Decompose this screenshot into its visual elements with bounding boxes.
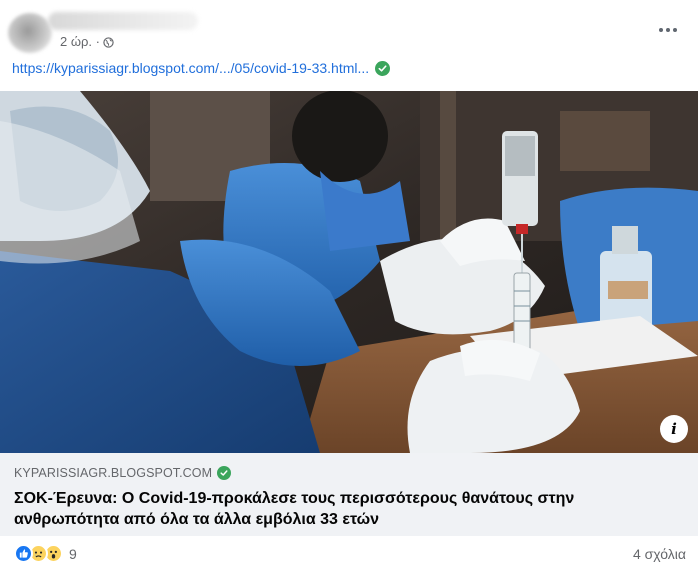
post-meta: 2 ώρ. · (60, 34, 114, 49)
comments-count[interactable]: 4 σχόλια (633, 546, 686, 562)
verified-check-icon (375, 60, 391, 76)
preview-domain-row: KYPARISSIAGR.BLOGSPOT.COM (14, 466, 232, 480)
post-link[interactable]: https://kyparissiagr.blogspot.com/.../05… (12, 60, 391, 76)
facebook-post: 2 ώρ. · https://kyparissiagr.blogspot.co… (0, 0, 698, 569)
more-options-button[interactable] (654, 20, 682, 40)
preview-headline[interactable]: ΣΟΚ-Έρευνα: Ο Covid-19-προκάλεσε τους πε… (14, 488, 664, 530)
verified-check-icon (217, 466, 232, 480)
more-horizontal-icon (659, 28, 663, 32)
post-footer: 9 4 σχόλια (0, 536, 698, 569)
link-preview-card[interactable]: KYPARISSIAGR.BLOGSPOT.COM ΣΟΚ-Έρευνα: Ο … (0, 453, 698, 536)
link-preview-image[interactable]: i (0, 91, 698, 453)
author-name-blurred[interactable] (48, 12, 198, 30)
post-time[interactable]: 2 ώρ. · (60, 34, 100, 49)
reaction-count[interactable]: 9 (69, 546, 77, 562)
preview-domain: KYPARISSIAGR.BLOGSPOT.COM (14, 466, 213, 480)
avatar[interactable] (8, 13, 52, 53)
reactions-summary[interactable]: 9 (14, 544, 77, 563)
post-link-text[interactable]: https://kyparissiagr.blogspot.com/.../05… (12, 60, 369, 76)
info-button[interactable]: i (660, 415, 688, 443)
like-reaction-icon (14, 544, 33, 563)
globe-icon (103, 36, 114, 48)
